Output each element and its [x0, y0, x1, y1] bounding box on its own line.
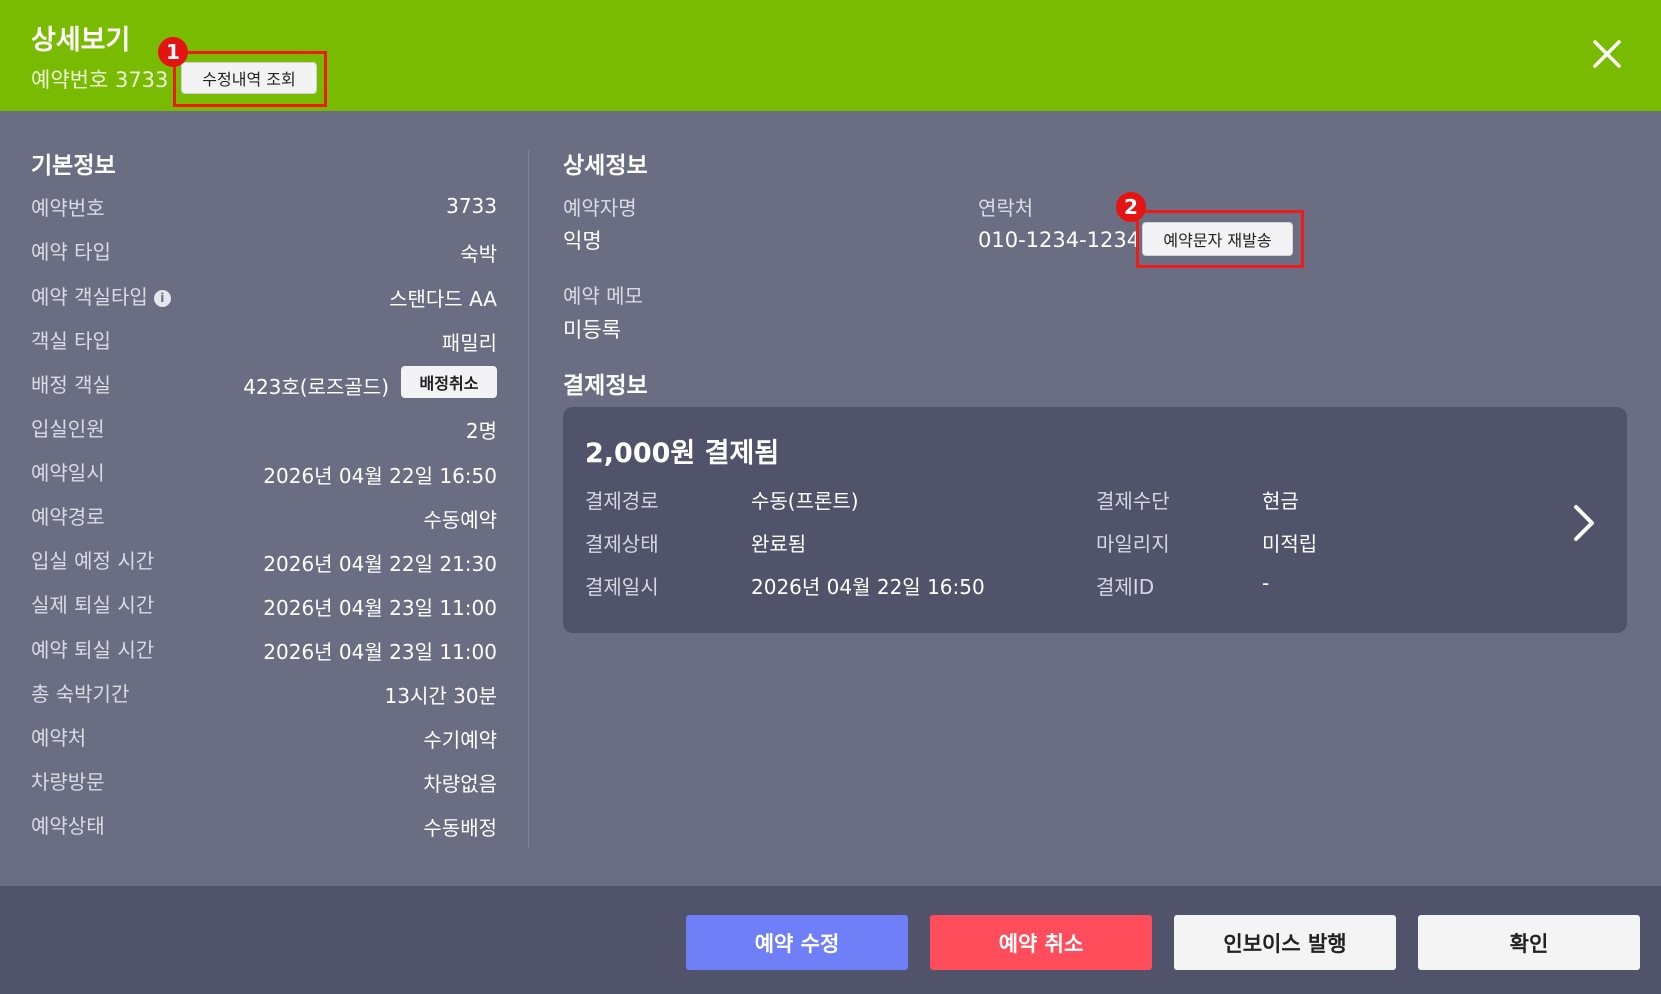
modal-title: 상세보기: [31, 25, 131, 56]
annotation-badge-2: 2: [1116, 192, 1146, 222]
value-booking-source: 수기예약: [423, 728, 497, 752]
memo-label: 예약 메모: [563, 284, 643, 308]
booker-name-label: 예약자명: [563, 196, 637, 220]
mileage-value: 미적립: [1262, 532, 1318, 556]
confirm-button[interactable]: 확인: [1418, 915, 1640, 970]
value-scheduled-checkout: 2026년 04월 23일 11:00: [263, 640, 497, 664]
label-reservation-number: 예약번호: [31, 196, 105, 220]
payment-id-value: -: [1262, 571, 1270, 595]
memo-value: 미등록: [563, 318, 621, 342]
payment-status-value: 완료됨: [751, 532, 807, 556]
mileage-label: 마일리지: [1096, 532, 1170, 556]
value-reservation-number: 3733: [446, 194, 497, 218]
payment-info-title: 결제정보: [563, 373, 648, 399]
payment-id-label: 결제ID: [1096, 575, 1155, 599]
label-scheduled-checkout: 예약 퇴실 시간: [31, 638, 155, 662]
label-booked-room-type-text: 예약 객실타입: [31, 285, 148, 309]
payment-channel-label: 결제경로: [585, 489, 659, 513]
edit-reservation-button[interactable]: 예약 수정: [686, 915, 908, 970]
label-reservation-type: 예약 타입: [31, 240, 111, 264]
payment-datetime-label: 결제일시: [585, 575, 659, 599]
reservation-detail-modal: 상세보기 예약번호 3733 수정내역 조회 1 기본정보 예약번호 3733 …: [0, 0, 1661, 994]
payment-channel-value: 수동(프론트): [751, 489, 859, 513]
value-reservation-status: 수동배정: [423, 816, 497, 840]
value-room-type: 패밀리: [441, 331, 497, 355]
value-guest-count: 2명: [465, 419, 497, 443]
label-expected-checkin: 입실 예정 시간: [31, 549, 155, 573]
value-reservation-datetime: 2026년 04월 22일 16:50: [263, 464, 497, 488]
payment-status-label: 결제상태: [585, 532, 659, 556]
detail-info-title: 상세정보: [563, 153, 648, 179]
label-actual-checkout: 실제 퇴실 시간: [31, 593, 155, 617]
resend-sms-button[interactable]: 예약문자 재발송: [1142, 222, 1293, 256]
payment-amount-summary: 2,000원 결제됨: [585, 438, 780, 469]
booker-name-value: 익명: [563, 229, 602, 253]
basic-info-title: 기본정보: [31, 153, 116, 179]
label-total-stay: 총 숙박기간: [31, 682, 130, 706]
label-reservation-datetime: 예약일시: [31, 461, 105, 485]
label-reservation-channel: 예약경로: [31, 505, 105, 529]
info-icon[interactable]: i: [153, 290, 171, 307]
label-guest-count: 입실인원: [31, 417, 105, 441]
value-expected-checkin: 2026년 04월 22일 21:30: [263, 552, 497, 576]
close-icon[interactable]: [1590, 37, 1624, 71]
payment-datetime-value: 2026년 04월 22일 16:50: [751, 575, 985, 599]
payment-method-value: 현금: [1262, 489, 1299, 513]
contact-label: 연락처: [978, 196, 1034, 220]
payment-method-label: 결제수단: [1096, 489, 1170, 513]
value-total-stay: 13시간 30분: [384, 684, 497, 708]
value-assigned-room: 423호(로즈골드): [243, 375, 389, 399]
value-actual-checkout: 2026년 04월 23일 11:00: [263, 596, 497, 620]
value-reservation-type: 숙박: [460, 242, 497, 266]
reservation-number-subtitle: 예약번호 3733: [31, 68, 169, 92]
unassign-room-button[interactable]: 배정취소: [401, 366, 497, 398]
value-booked-room-type: 스탠다드 AA: [389, 287, 497, 311]
annotation-badge-1: 1: [158, 37, 188, 67]
payment-summary-card[interactable]: 2,000원 결제됨 결제경로 수동(프론트) 결제상태 완료됨 결제일시 20…: [563, 407, 1627, 633]
modal-header: 상세보기 예약번호 3733 수정내역 조회 1: [0, 0, 1661, 111]
label-booked-room-type: 예약 객실타입 i: [31, 281, 171, 310]
edit-history-button[interactable]: 수정내역 조회: [181, 62, 317, 94]
label-vehicle-visit: 차량방문: [31, 770, 105, 794]
value-reservation-channel: 수동예약: [423, 508, 497, 532]
cancel-reservation-button[interactable]: 예약 취소: [930, 915, 1152, 970]
column-divider: [528, 150, 529, 848]
label-booking-source: 예약처: [31, 726, 87, 750]
chevron-right-icon[interactable]: [1568, 501, 1598, 545]
issue-invoice-button[interactable]: 인보이스 발행: [1174, 915, 1396, 970]
label-room-type: 객실 타입: [31, 329, 111, 353]
contact-value: 010-1234-1234: [978, 228, 1141, 252]
value-vehicle-visit: 차량없음: [423, 772, 497, 796]
label-reservation-status: 예약상태: [31, 814, 105, 838]
label-assigned-room: 배정 객실: [31, 373, 111, 397]
